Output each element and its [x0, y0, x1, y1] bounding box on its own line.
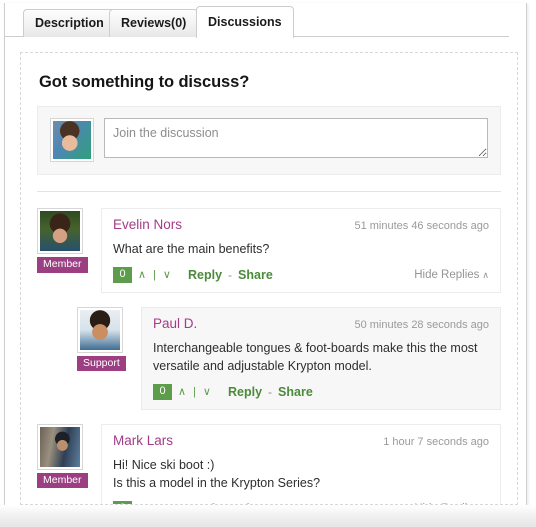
tab-description-label: Description [35, 16, 104, 30]
tab-discussions[interactable]: Discussions [196, 6, 294, 38]
upvote-icon[interactable]: ∧ [138, 502, 147, 504]
comment-bubble: Mark Lars 1 hour 7 seconds ago Hi! Nice sk… [101, 423, 501, 505]
tab-strip: Description Reviews(0) Discussions [5, 4, 509, 38]
commenter-avatar-image [40, 211, 80, 251]
vote-count: 0 [113, 267, 132, 283]
comment-actions-left: 0 ∧ | ∨ Reply - Share [113, 500, 273, 504]
tab-reviews-label: Reviews(0) [121, 16, 187, 30]
comment-list: Member Evelin Nors 51 minutes 46 seconds a… [37, 208, 501, 505]
tab-bar: Description Reviews(0) Discussions [5, 4, 509, 38]
hide-replies-label: Hide Replies [414, 503, 479, 504]
comment-identity: Support [77, 306, 131, 372]
comment-author-link[interactable]: Mark Lars [113, 433, 173, 448]
upvote-icon[interactable]: ∧ [138, 268, 147, 281]
comment-bubble: Evelin Nors 51 minutes 46 seconds ago What… [101, 208, 501, 293]
tab-description[interactable]: Description [23, 9, 116, 37]
page-title: Got something to discuss? [39, 73, 250, 91]
current-user-avatar [50, 118, 94, 162]
role-badge: Support [77, 355, 126, 372]
comment-actions: 0∧|∨Reply-ShareHide Replies∧ [113, 267, 489, 283]
hide-replies-label: Hide Replies [414, 268, 480, 281]
commenter-avatar[interactable] [37, 208, 83, 254]
discussions-panel: Got something to discuss? Member Evelin N… [20, 52, 518, 505]
comment-header: Evelin Nors 51 minutes 46 seconds ago [113, 217, 489, 232]
window-shadow [0, 505, 536, 527]
hide-replies-toggle[interactable]: Hide Replies∧ [414, 503, 489, 505]
comment-body: Interchangeable tongues & foot-boards ma… [153, 339, 489, 375]
share-link[interactable]: Share [278, 385, 313, 399]
chevron-up-icon: ∧ [482, 504, 489, 505]
section-divider [37, 191, 501, 192]
comment-bubble: Paul D. 50 minutes 28 seconds ago Intercha… [141, 306, 501, 410]
action-separator: - [228, 267, 233, 282]
vote-separator: | [193, 385, 197, 398]
reply-link[interactable]: Reply [188, 268, 222, 282]
hide-replies-toggle[interactable]: Hide Replies∧ [414, 269, 489, 281]
commenter-avatar[interactable] [37, 423, 83, 470]
comment-body-line: Hi! Nice ski boot :) [113, 457, 215, 472]
action-separator: - [228, 502, 232, 504]
reply-link[interactable]: Reply [188, 502, 222, 504]
comment-header: Paul D. 50 minutes 28 seconds ago [153, 316, 489, 331]
downvote-icon[interactable]: ∨ [163, 268, 172, 281]
chevron-up-icon: ∧ [482, 269, 489, 280]
comment-identity: Member [37, 208, 91, 273]
vote-count: 0 [113, 500, 132, 504]
comment-body-line: Interchangeable tongues & foot-boards ma… [153, 340, 478, 373]
comment-actions: 0∧|∨Reply-ShareHide Replies∧ [113, 500, 489, 505]
comment-actions-left: 0 ∧ | ∨ Reply-Share [153, 384, 313, 400]
downvote-icon[interactable]: ∨ [203, 385, 212, 398]
comment-body-line: What are the main benefits? [113, 242, 270, 256]
comment-body: What are the main benefits? [113, 240, 489, 258]
comment-actions: 0 ∧ | ∨ Reply - Share [153, 384, 489, 400]
upvote-icon[interactable]: ∧ [178, 385, 187, 398]
comment-header: Mark Lars 1 hour 7 seconds ago [113, 433, 489, 448]
comment-timestamp: 50 minutes 28 seconds ago [354, 318, 489, 331]
vote-count: 0 [153, 384, 172, 400]
comment-item: Member Mark Lars 1 hour 7 seconds ago Hi! N… [37, 423, 501, 505]
vote-separator: | [153, 503, 157, 504]
tab-discussions-label: Discussions [208, 15, 282, 29]
comment-identity: Member [37, 423, 91, 489]
comment-body-line: Is this a model in the Krypton Series? [113, 475, 321, 490]
compose-discussion-form [37, 106, 501, 175]
comment-item: Member Evelin Nors 51 minutes 46 seconds a… [37, 208, 501, 293]
comment-item: Support Paul D. 50 minutes 28 seconds ago I… [77, 306, 501, 410]
product-tabs-window: Description Reviews(0) Discussions Got s… [0, 0, 536, 527]
commenter-avatar-image [40, 426, 80, 467]
role-badge: Member [37, 472, 88, 489]
role-badge: Member [37, 257, 88, 273]
commenter-avatar-image [80, 309, 120, 350]
discussion-input[interactable] [104, 118, 488, 158]
commenter-avatar[interactable] [77, 306, 123, 353]
comment-author-link[interactable]: Paul D. [153, 316, 197, 331]
comment-actions-left: 0 ∧ | ∨ Reply-Share [113, 267, 273, 283]
vote-separator: | [153, 268, 157, 281]
share-link[interactable]: Share [238, 268, 273, 282]
action-separator: - [268, 384, 273, 399]
share-link[interactable]: Share [238, 502, 273, 504]
comment-body: Hi! Nice ski boot :) Is this a model in t… [113, 456, 489, 492]
comment-timestamp: 1 hour 7 seconds ago [383, 435, 489, 448]
tab-reviews[interactable]: Reviews(0) [109, 9, 199, 37]
current-user-avatar-image [53, 121, 91, 159]
comment-author-link[interactable]: Evelin Nors [113, 217, 182, 232]
downvote-icon[interactable]: ∨ [163, 502, 172, 504]
reply-link[interactable]: Reply [228, 385, 262, 399]
comment-timestamp: 51 minutes 46 seconds ago [354, 220, 489, 232]
